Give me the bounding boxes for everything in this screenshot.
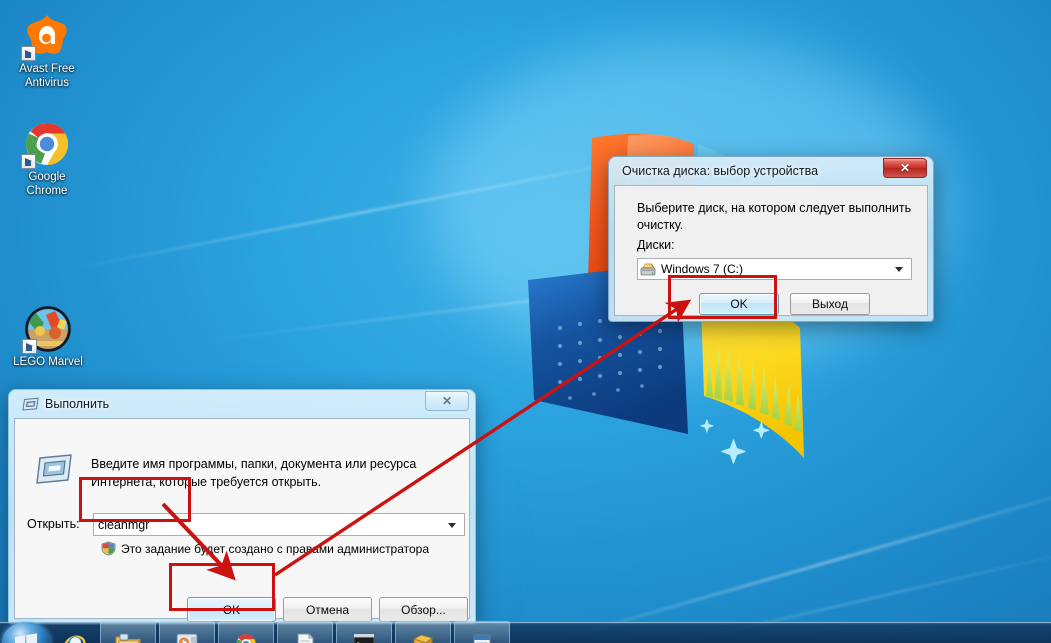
lego-marvel-icon — [22, 305, 72, 354]
taskbar-notepad[interactable] — [277, 621, 333, 643]
media-player-icon — [176, 633, 198, 643]
wallpaper-streak-3 — [531, 474, 1051, 643]
desktop-icon-avast[interactable]: Avast Free Antivirus — [4, 12, 90, 90]
taskbar-document[interactable] — [454, 621, 510, 643]
shortcut-overlay-icon — [22, 339, 37, 354]
run-command-input[interactable]: cleanmgr — [93, 513, 465, 536]
desktop-icon-label: Google Chrome — [26, 171, 68, 197]
desktop-icon-chrome[interactable]: Google Chrome — [4, 120, 90, 198]
run-open-label: Открыть: — [27, 517, 80, 531]
taskbar-media-player[interactable] — [159, 621, 215, 643]
cleanup-exit-label: Выход — [812, 297, 848, 311]
google-chrome-icon — [21, 120, 71, 169]
start-orb-button[interactable] — [2, 622, 50, 643]
hard-drive-icon — [640, 263, 656, 275]
run-cancel-label: Отмена — [305, 602, 350, 617]
disk-cleanup-description: Выберите диск, на котором следует выполн… — [637, 201, 912, 232]
sparkle-group — [700, 419, 770, 464]
disk-cleanup-title: Очистка диска: выбор устройства — [622, 164, 819, 178]
disk-cleanup-titlebar[interactable]: Очистка диска: выбор устройства ✕ — [614, 157, 928, 185]
disk-cleanup-selected-drive: Windows 7 (C:) — [661, 262, 744, 276]
shortcut-overlay-icon — [21, 46, 36, 61]
taskbar[interactable]: >_ — [0, 621, 1051, 643]
document-icon — [473, 634, 491, 643]
chevron-down-icon[interactable] — [448, 522, 456, 528]
shortcut-overlay-icon — [21, 154, 36, 169]
disk-cleanup-drives-label: Диски: — [637, 238, 675, 252]
cleanup-ok-button[interactable]: OK — [699, 293, 779, 315]
run-title: Выполнить — [45, 397, 110, 411]
uac-shield-icon — [101, 541, 116, 561]
google-chrome-icon — [236, 634, 256, 643]
run-admin-note: Это задание будет создано с правами адми… — [121, 542, 430, 556]
run-close-button[interactable]: ✕ — [425, 391, 469, 411]
close-icon: ✕ — [899, 161, 911, 175]
disk-cleanup-drive-select[interactable]: Windows 7 (C:) — [637, 258, 912, 280]
windows-explorer-icon — [115, 633, 141, 643]
internet-explorer-icon — [64, 635, 86, 643]
taskbar-winrar[interactable] — [395, 621, 451, 643]
run-ok-label: OK — [222, 602, 241, 617]
run-description: Введите имя программы, папки, документа … — [91, 457, 417, 489]
notepad-icon — [297, 633, 314, 643]
run-ok-button[interactable]: OK — [187, 597, 276, 622]
desktop[interactable]: Avast Free Antivirus Google Chrome LEGO … — [0, 0, 1051, 643]
taskbar-explorer[interactable] — [100, 621, 156, 643]
run-dialog-icon — [35, 453, 73, 490]
run-window[interactable]: Выполнить ✕ Введите имя программы, папки… — [8, 389, 476, 625]
taskbar-chrome[interactable] — [218, 621, 274, 643]
run-window-icon — [22, 397, 39, 411]
run-command-value: cleanmgr — [98, 517, 150, 532]
disk-cleanup-client-area: Выберите диск, на котором следует выполн… — [614, 185, 928, 316]
chevron-down-icon[interactable] — [895, 267, 903, 272]
desktop-icon-lego-marvel[interactable]: LEGO Marvel — [0, 305, 96, 370]
run-titlebar[interactable]: Выполнить ✕ — [14, 390, 470, 418]
command-prompt-icon: >_ — [353, 633, 375, 643]
desktop-icon-label: Avast Free Antivirus — [19, 63, 75, 89]
cleanup-exit-button[interactable]: Выход — [790, 293, 870, 315]
run-cancel-button[interactable]: Отмена — [283, 597, 372, 622]
taskbar-internet-explorer[interactable] — [53, 621, 97, 643]
close-icon: ✕ — [441, 394, 453, 408]
avast-antivirus-icon — [21, 12, 71, 61]
taskbar-command-prompt[interactable]: >_ — [336, 621, 392, 643]
winrar-icon — [412, 634, 433, 643]
run-browse-button[interactable]: Обзор... — [379, 597, 468, 622]
cleanup-ok-label: OK — [730, 297, 748, 311]
desktop-icon-label: LEGO Marvel — [13, 356, 83, 368]
disk-cleanup-window[interactable]: Очистка диска: выбор устройства ✕ Выбери… — [608, 156, 934, 322]
run-client-area: Введите имя программы, папки, документа … — [14, 418, 470, 622]
run-browse-label: Обзор... — [401, 602, 446, 617]
disk-cleanup-close-button[interactable]: ✕ — [883, 158, 927, 178]
